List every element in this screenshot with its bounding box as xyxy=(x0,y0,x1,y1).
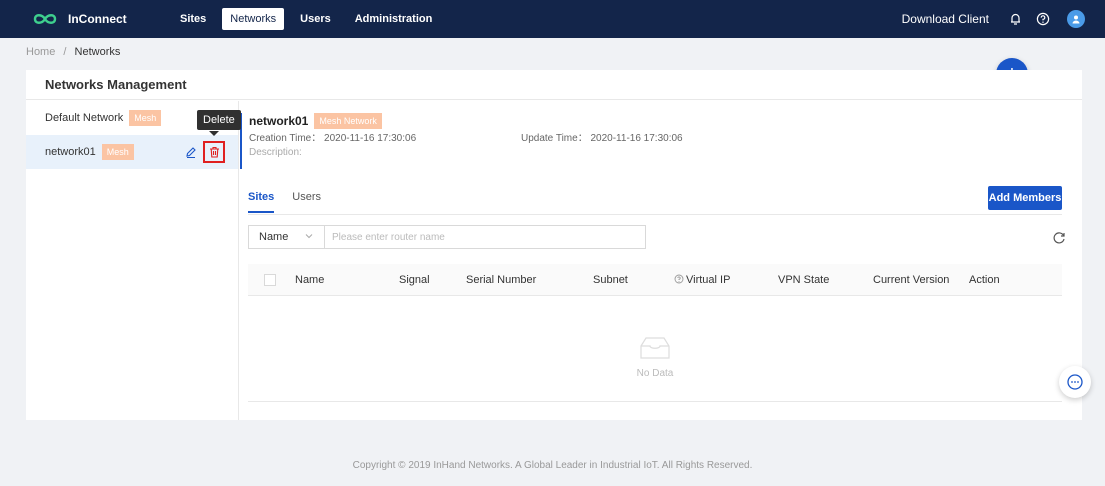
add-members-button[interactable]: Add Members xyxy=(988,186,1062,210)
page-title: Networks Management xyxy=(45,77,187,92)
breadcrumb: Home / Networks xyxy=(26,46,120,58)
chat-icon xyxy=(1067,374,1083,390)
chat-button[interactable] xyxy=(1059,366,1091,398)
col-vpn-state[interactable]: VPN State xyxy=(778,274,829,286)
network-name: Default Network xyxy=(45,112,124,124)
detail-tabs: Sites Users xyxy=(248,191,339,213)
search-filter: Name xyxy=(248,225,646,249)
search-input[interactable] xyxy=(325,226,641,248)
delete-tooltip: Delete xyxy=(197,110,241,130)
download-client-link[interactable]: Download Client xyxy=(902,12,989,26)
footer-copyright: Copyright © 2019 InHand Networks. A Glob… xyxy=(352,460,753,471)
empty-state: No Data xyxy=(248,297,1062,402)
col-virtual-ip-label: Virtual IP xyxy=(686,274,731,286)
tab-users[interactable]: Users xyxy=(292,191,321,213)
mesh-badge: Mesh xyxy=(129,110,162,126)
network-list: Default Network Mesh network01 Mesh xyxy=(26,101,239,420)
networks-card: Networks Management Default Network Mesh… xyxy=(26,70,1082,420)
col-serial-number[interactable]: Serial Number xyxy=(466,274,536,286)
empty-text: No Data xyxy=(636,368,674,379)
user-icon xyxy=(1072,15,1080,24)
creation-time: Creation Time： 2020-11-16 17:30:06 xyxy=(249,133,417,144)
detail-network-name: network01 xyxy=(249,114,309,128)
network-detail: network01 Mesh Network Creation Time： 20… xyxy=(240,101,1082,420)
user-avatar[interactable] xyxy=(1067,10,1085,28)
tabs-divider xyxy=(248,214,1062,215)
network-item-network01[interactable]: network01 Mesh xyxy=(26,135,238,169)
tab-sites[interactable]: Sites xyxy=(248,191,275,213)
update-time-value: 2020-11-16 17:30:06 xyxy=(590,133,683,144)
nav-sites[interactable]: Sites xyxy=(172,8,214,30)
nav-users[interactable]: Users xyxy=(292,8,339,30)
col-subnet[interactable]: Subnet xyxy=(593,274,628,286)
help-icon[interactable] xyxy=(1035,11,1051,27)
tooltip-arrow xyxy=(209,131,219,136)
description: Description: xyxy=(249,147,302,158)
table-header: Name Signal Serial Number Subnet Virtual… xyxy=(248,264,1062,296)
network-name: network01 xyxy=(45,146,96,158)
mesh-network-badge: Mesh Network xyxy=(314,113,382,129)
nav-networks[interactable]: Networks xyxy=(222,8,285,30)
app-logo[interactable]: InConnect xyxy=(32,12,172,26)
filter-field-value: Name xyxy=(259,231,289,243)
breadcrumb-current: Networks xyxy=(74,46,121,58)
top-navbar: InConnect Sites Networks Users Administr… xyxy=(0,0,1105,38)
detail-title-row: network01 Mesh Network xyxy=(249,113,382,129)
card-header: Networks Management xyxy=(26,70,1082,100)
edit-icon[interactable] xyxy=(184,145,198,159)
update-time-label: Update Time xyxy=(521,133,578,144)
bell-icon[interactable] xyxy=(1007,11,1023,27)
select-all-checkbox[interactable] xyxy=(264,274,276,286)
mesh-badge: Mesh xyxy=(101,144,134,160)
nav-administration[interactable]: Administration xyxy=(347,8,441,30)
creation-time-label: Creation Time xyxy=(249,133,312,144)
col-name[interactable]: Name xyxy=(295,274,324,286)
breadcrumb-separator: / xyxy=(63,46,67,58)
main-nav: Sites Networks Users Administration xyxy=(172,0,448,38)
col-signal[interactable]: Signal xyxy=(399,274,430,286)
top-right-actions: Download Client xyxy=(902,0,1085,38)
chevron-down-icon xyxy=(305,234,313,239)
creation-time-value: 2020-11-16 17:30:06 xyxy=(324,133,417,144)
update-time: Update Time： 2020-11-16 17:30:06 xyxy=(521,133,683,144)
filter-field-select[interactable]: Name xyxy=(249,226,325,248)
logo-text: InConnect xyxy=(68,12,127,26)
col-current-version[interactable]: Current Version xyxy=(873,274,949,286)
info-icon xyxy=(674,274,684,284)
refresh-icon[interactable] xyxy=(1052,231,1066,245)
col-virtual-ip[interactable]: Virtual IP xyxy=(674,274,730,286)
empty-inbox-icon xyxy=(640,337,670,359)
col-action: Action xyxy=(969,274,1000,286)
logo-icon xyxy=(33,14,57,24)
breadcrumb-home[interactable]: Home xyxy=(26,46,55,58)
delete-button[interactable] xyxy=(203,141,225,163)
trash-icon xyxy=(209,146,219,158)
